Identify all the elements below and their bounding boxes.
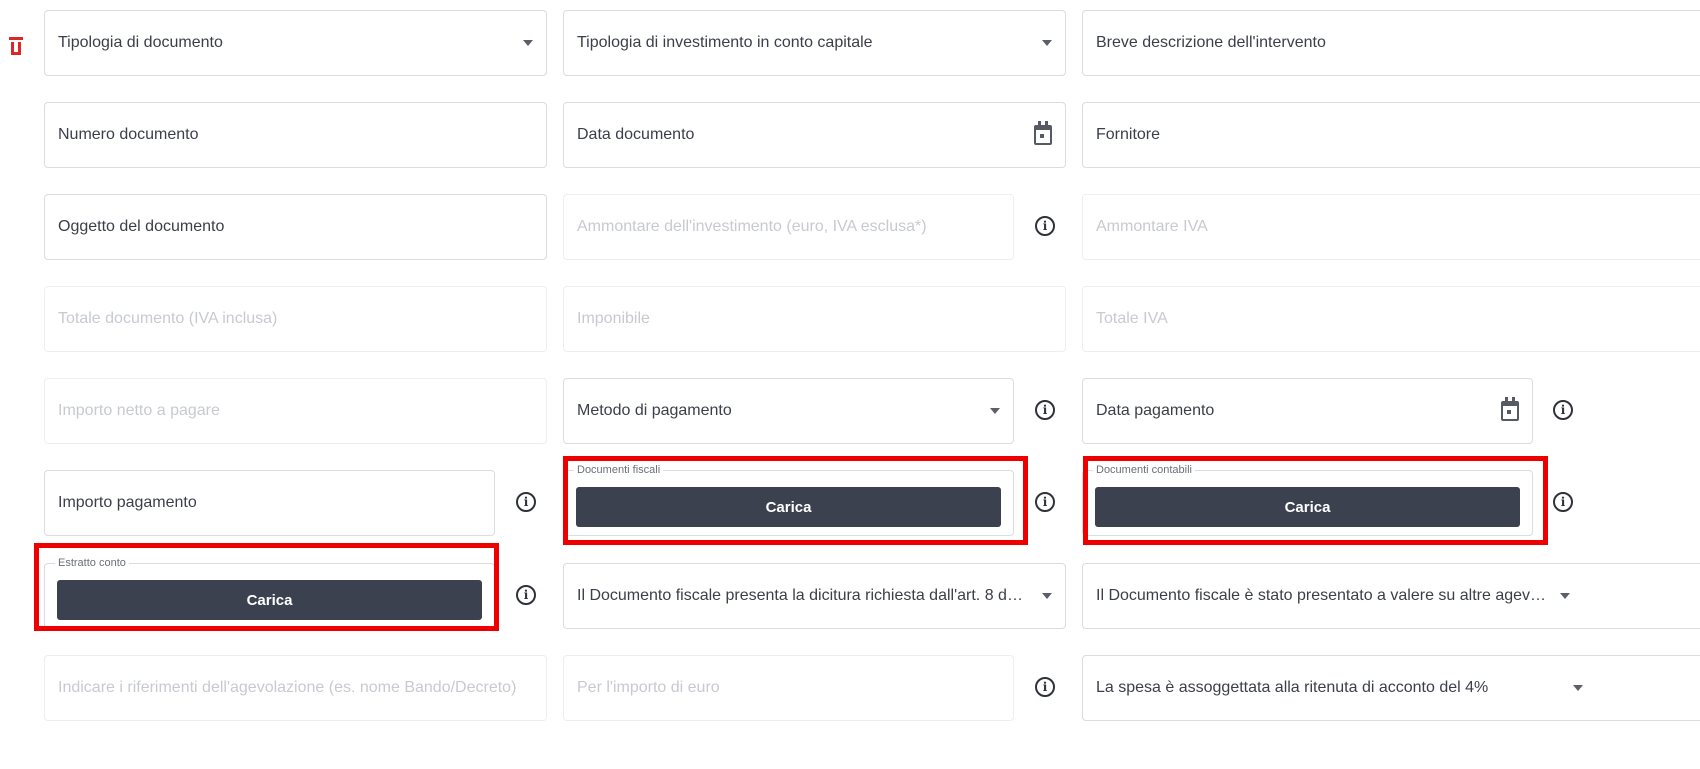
info-icon[interactable]: i	[516, 492, 536, 512]
chevron-down-icon	[990, 408, 1000, 414]
info-icon[interactable]: i	[1035, 216, 1055, 236]
altre-agevolazioni-label: Il Documento fiscale è stato presentato …	[1096, 587, 1554, 604]
totale-documento-input: Totale documento (IVA inclusa)	[44, 286, 547, 352]
calendar-icon[interactable]	[1501, 397, 1519, 421]
dicitura-art8-label: Il Documento fiscale presenta la dicitur…	[577, 587, 1030, 604]
ritenuta-acconto-label: La spesa è assoggettata alla ritenuta di…	[1096, 679, 1489, 696]
tipologia-investimento-select[interactable]: Tipologia di investimento in conto capit…	[563, 10, 1066, 76]
breve-descrizione-input[interactable]: Breve descrizione dell'intervento	[1082, 10, 1700, 76]
importo-pagamento-input[interactable]: Importo pagamento	[44, 470, 495, 536]
data-pagamento-placeholder: Data pagamento	[1096, 402, 1215, 419]
metodo-pagamento-label: Metodo di pagamento	[577, 402, 732, 419]
ammontare-investimento-placeholder: Ammontare dell'investimento (euro, IVA e…	[577, 218, 927, 235]
tipologia-investimento-label: Tipologia di investimento in conto capit…	[577, 34, 873, 51]
riferimenti-agevolazione-placeholder: Indicare i riferimenti dell'agevolazione…	[58, 679, 517, 696]
importo-netto-placeholder: Importo netto a pagare	[58, 402, 220, 419]
trash-icon[interactable]	[9, 37, 23, 55]
riferimenti-agevolazione-input: Indicare i riferimenti dell'agevolazione…	[44, 655, 547, 721]
ammontare-investimento-input: Ammontare dell'investimento (euro, IVA e…	[563, 194, 1014, 260]
data-pagamento-input[interactable]: Data pagamento	[1082, 378, 1533, 444]
importo-netto-input: Importo netto a pagare	[44, 378, 547, 444]
info-icon[interactable]: i	[1035, 400, 1055, 420]
tipologia-documento-label: Tipologia di documento	[58, 34, 223, 51]
breve-descrizione-placeholder: Breve descrizione dell'intervento	[1096, 34, 1326, 51]
chevron-down-icon	[523, 40, 533, 46]
per-importo-placeholder: Per l'importo di euro	[577, 679, 720, 696]
imponibile-placeholder: Imponibile	[577, 310, 650, 327]
highlight-estratto-conto	[34, 543, 499, 631]
numero-documento-input[interactable]: Numero documento	[44, 102, 547, 168]
chevron-down-icon	[1573, 685, 1583, 691]
calendar-icon[interactable]	[1034, 121, 1052, 145]
importo-pagamento-placeholder: Importo pagamento	[58, 494, 197, 511]
totale-iva-placeholder: Totale IVA	[1096, 310, 1168, 327]
info-icon[interactable]: i	[516, 585, 536, 605]
fornitore-placeholder: Fornitore	[1096, 126, 1161, 143]
ammontare-iva-input: Ammontare IVA	[1082, 194, 1700, 260]
info-icon[interactable]: i	[1553, 492, 1573, 512]
chevron-down-icon	[1560, 593, 1570, 599]
highlight-documenti-contabili	[1083, 456, 1548, 545]
highlight-documenti-fiscali	[563, 456, 1028, 545]
dicitura-art8-select[interactable]: Il Documento fiscale presenta la dicitur…	[563, 563, 1066, 629]
ammontare-iva-placeholder: Ammontare IVA	[1096, 218, 1208, 235]
metodo-pagamento-select[interactable]: Metodo di pagamento	[563, 378, 1014, 444]
data-documento-input[interactable]: Data documento	[563, 102, 1066, 168]
altre-agevolazioni-select[interactable]: Il Documento fiscale è stato presentato …	[1082, 563, 1700, 629]
totale-documento-placeholder: Totale documento (IVA inclusa)	[58, 310, 278, 327]
per-importo-input: Per l'importo di euro	[563, 655, 1014, 721]
info-icon[interactable]: i	[1035, 677, 1055, 697]
data-documento-placeholder: Data documento	[577, 126, 695, 143]
numero-documento-placeholder: Numero documento	[58, 126, 199, 143]
tipologia-documento-select[interactable]: Tipologia di documento	[44, 10, 547, 76]
chevron-down-icon	[1042, 40, 1052, 46]
chevron-down-icon	[1042, 593, 1052, 599]
info-icon[interactable]: i	[1035, 492, 1055, 512]
ritenuta-acconto-select[interactable]: La spesa è assoggettata alla ritenuta di…	[1082, 655, 1700, 721]
fornitore-input[interactable]: Fornitore	[1082, 102, 1700, 168]
info-icon[interactable]: i	[1553, 400, 1573, 420]
imponibile-input: Imponibile	[563, 286, 1066, 352]
totale-iva-input: Totale IVA	[1082, 286, 1700, 352]
oggetto-documento-placeholder: Oggetto del documento	[58, 218, 225, 235]
oggetto-documento-input[interactable]: Oggetto del documento	[44, 194, 547, 260]
